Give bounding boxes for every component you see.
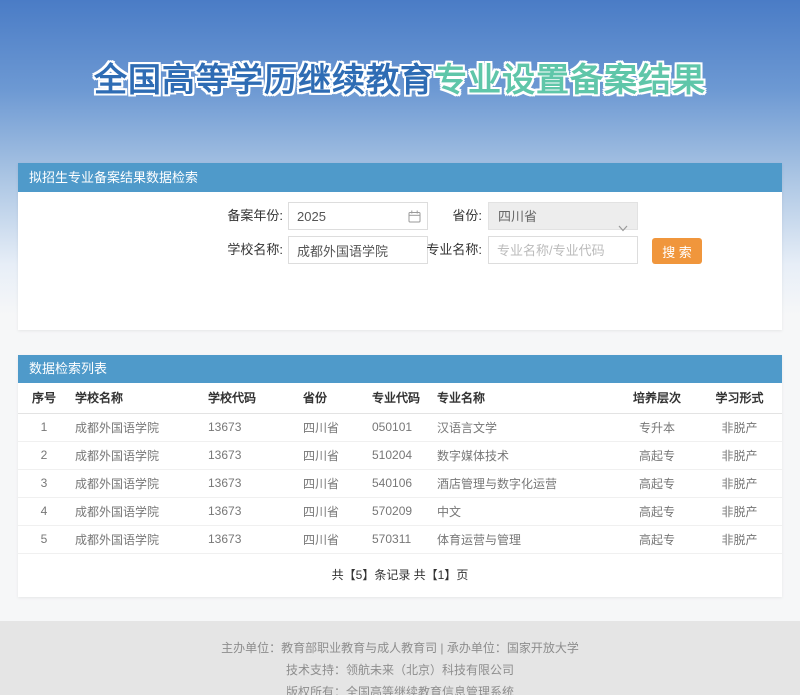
table-cell: 四川省 <box>298 497 367 525</box>
table-cell: 四川省 <box>298 469 367 497</box>
footer-line-tech-support: 技术支持：领航未来（北京）科技有限公司 <box>0 659 800 681</box>
table-cell: 数字媒体技术 <box>432 441 617 469</box>
table-cell: 13673 <box>203 413 298 441</box>
table-cell: 4 <box>18 497 70 525</box>
table-cell: 成都外国语学院 <box>70 413 203 441</box>
table-cell: 13673 <box>203 497 298 525</box>
column-header: 序号 <box>18 383 70 413</box>
table-cell: 050101 <box>367 413 432 441</box>
results-panel-header: 数据检索列表 <box>18 355 782 383</box>
table-cell: 成都外国语学院 <box>70 469 203 497</box>
column-header: 培养层次 <box>617 383 697 413</box>
footer-line-copyright: 版权所有：全国高等继续教育信息管理系统 <box>0 681 800 695</box>
table-cell: 高起专 <box>617 469 697 497</box>
table-cell: 13673 <box>203 469 298 497</box>
table-cell: 四川省 <box>298 525 367 553</box>
table-cell: 13673 <box>203 441 298 469</box>
search-panel-header: 拟招生专业备案结果数据检索 <box>18 163 782 192</box>
column-header: 学校代码 <box>203 383 298 413</box>
province-select-value: 四川省 <box>498 209 537 224</box>
major-name-label: 专业名称: <box>386 236 482 264</box>
column-header: 省份 <box>298 383 367 413</box>
table-cell: 570311 <box>367 525 432 553</box>
table-cell: 非脱产 <box>697 413 782 441</box>
search-form: 备案年份: 省份: 四川省 <box>18 192 782 330</box>
table-cell: 体育运营与管理 <box>432 525 617 553</box>
table-cell: 570209 <box>367 497 432 525</box>
filing-year-label: 备案年份: <box>168 202 283 230</box>
table-cell: 汉语言文学 <box>432 413 617 441</box>
table-row: 3成都外国语学院13673四川省540106酒店管理与数字化运营高起专非脱产 <box>18 469 782 497</box>
results-table: 序号 学校名称 学校代码 省份 专业代码 专业名称 培养层次 学习形式 1成都外… <box>18 383 782 554</box>
page-title-highlight: 专业设置备案结果 <box>434 61 706 98</box>
table-row: 2成都外国语学院13673四川省510204数字媒体技术高起专非脱产 <box>18 441 782 469</box>
table-cell: 成都外国语学院 <box>70 441 203 469</box>
page-title-main: 全国高等学历继续教育 <box>94 61 434 98</box>
site-footer: 主办单位：教育部职业教育与成人教育司 | 承办单位：国家开放大学 技术支持：领航… <box>0 621 800 695</box>
table-header-row: 序号 学校名称 学校代码 省份 专业代码 专业名称 培养层次 学习形式 <box>18 383 782 413</box>
footer-line-organizer: 主办单位：教育部职业教育与成人教育司 | 承办单位：国家开放大学 <box>0 637 800 659</box>
province-label: 省份: <box>386 202 482 230</box>
table-row: 5成都外国语学院13673四川省570311体育运营与管理高起专非脱产 <box>18 525 782 553</box>
search-button[interactable]: 搜 索 <box>652 238 702 264</box>
column-header: 学习形式 <box>697 383 782 413</box>
major-name-input[interactable] <box>488 236 638 264</box>
table-cell: 四川省 <box>298 413 367 441</box>
pagination-summary: 共【5】条记录 共【1】页 <box>18 554 782 597</box>
table-cell: 非脱产 <box>697 469 782 497</box>
major-name-field <box>488 236 638 264</box>
table-cell: 高起专 <box>617 441 697 469</box>
table-cell: 540106 <box>367 469 432 497</box>
school-name-label: 学校名称: <box>168 236 283 264</box>
column-header: 专业名称 <box>432 383 617 413</box>
table-cell: 高起专 <box>617 525 697 553</box>
table-cell: 13673 <box>203 525 298 553</box>
table-cell: 2 <box>18 441 70 469</box>
table-cell: 成都外国语学院 <box>70 525 203 553</box>
table-cell: 成都外国语学院 <box>70 497 203 525</box>
table-cell: 非脱产 <box>697 525 782 553</box>
table-cell: 3 <box>18 469 70 497</box>
page-background: 全国高等学历继续教育专业设置备案结果 拟招生专业备案结果数据检索 备案年份: 省… <box>0 0 800 695</box>
table-cell: 510204 <box>367 441 432 469</box>
table-cell: 高起专 <box>617 497 697 525</box>
table-cell: 非脱产 <box>697 497 782 525</box>
table-cell: 5 <box>18 525 70 553</box>
table-cell: 专升本 <box>617 413 697 441</box>
page-title: 全国高等学历继续教育专业设置备案结果 <box>0 0 800 93</box>
search-panel: 拟招生专业备案结果数据检索 备案年份: 省份: 四川省 <box>18 163 782 330</box>
table-cell: 中文 <box>432 497 617 525</box>
table-cell: 四川省 <box>298 441 367 469</box>
results-tbody: 1成都外国语学院13673四川省050101汉语言文学专升本非脱产2成都外国语学… <box>18 413 782 553</box>
table-cell: 非脱产 <box>697 441 782 469</box>
results-panel: 数据检索列表 序号 学校名称 学校代码 省份 专业代码 专业名称 培养层次 学习… <box>18 355 782 597</box>
table-row: 4成都外国语学院13673四川省570209中文高起专非脱产 <box>18 497 782 525</box>
column-header: 学校名称 <box>70 383 203 413</box>
table-cell: 酒店管理与数字化运营 <box>432 469 617 497</box>
table-row: 1成都外国语学院13673四川省050101汉语言文学专升本非脱产 <box>18 413 782 441</box>
province-select[interactable]: 四川省 <box>488 202 638 230</box>
table-cell: 1 <box>18 413 70 441</box>
column-header: 专业代码 <box>367 383 432 413</box>
